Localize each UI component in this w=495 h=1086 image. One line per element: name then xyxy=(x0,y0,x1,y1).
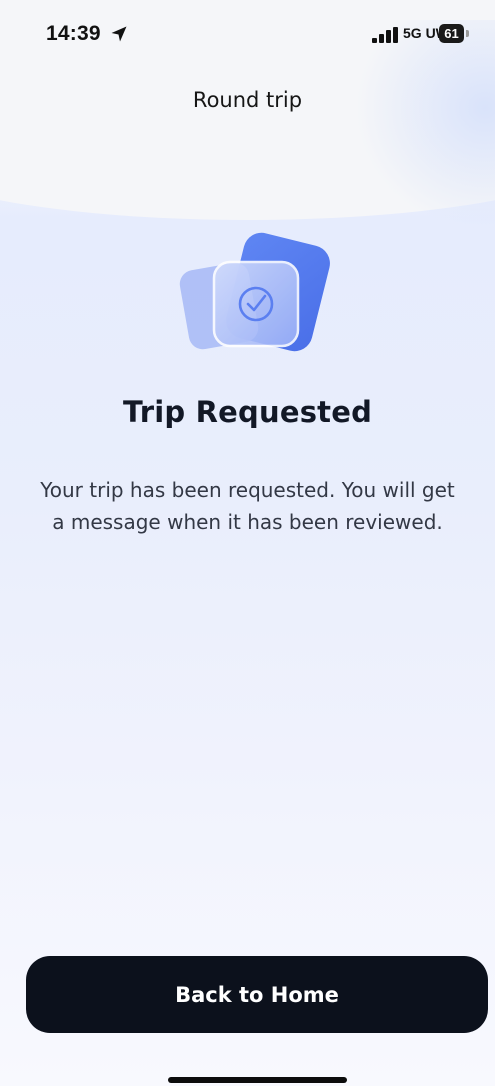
trip-requested-screen: 14:39 5G UW 61 Round trip Trip Requested… xyxy=(0,0,495,1086)
cellular-signal-icon xyxy=(372,27,398,43)
back-to-home-button[interactable]: Back to Home xyxy=(26,956,488,1033)
battery-cap xyxy=(466,30,469,37)
confirmation-message: Your trip has been requested. You will g… xyxy=(40,478,455,534)
location-arrow-icon xyxy=(111,26,127,42)
battery-level: 61 xyxy=(439,24,464,43)
battery-indicator: 61 xyxy=(439,24,470,43)
status-time: 14:39 xyxy=(46,22,101,45)
confirmation-title: Trip Requested xyxy=(122,395,373,429)
status-bar: 14:39 5G UW 61 xyxy=(0,0,495,70)
page-title: Round trip xyxy=(192,88,303,112)
trip-requested-illustration xyxy=(179,232,330,352)
front-card xyxy=(212,260,300,348)
home-indicator xyxy=(168,1077,347,1083)
